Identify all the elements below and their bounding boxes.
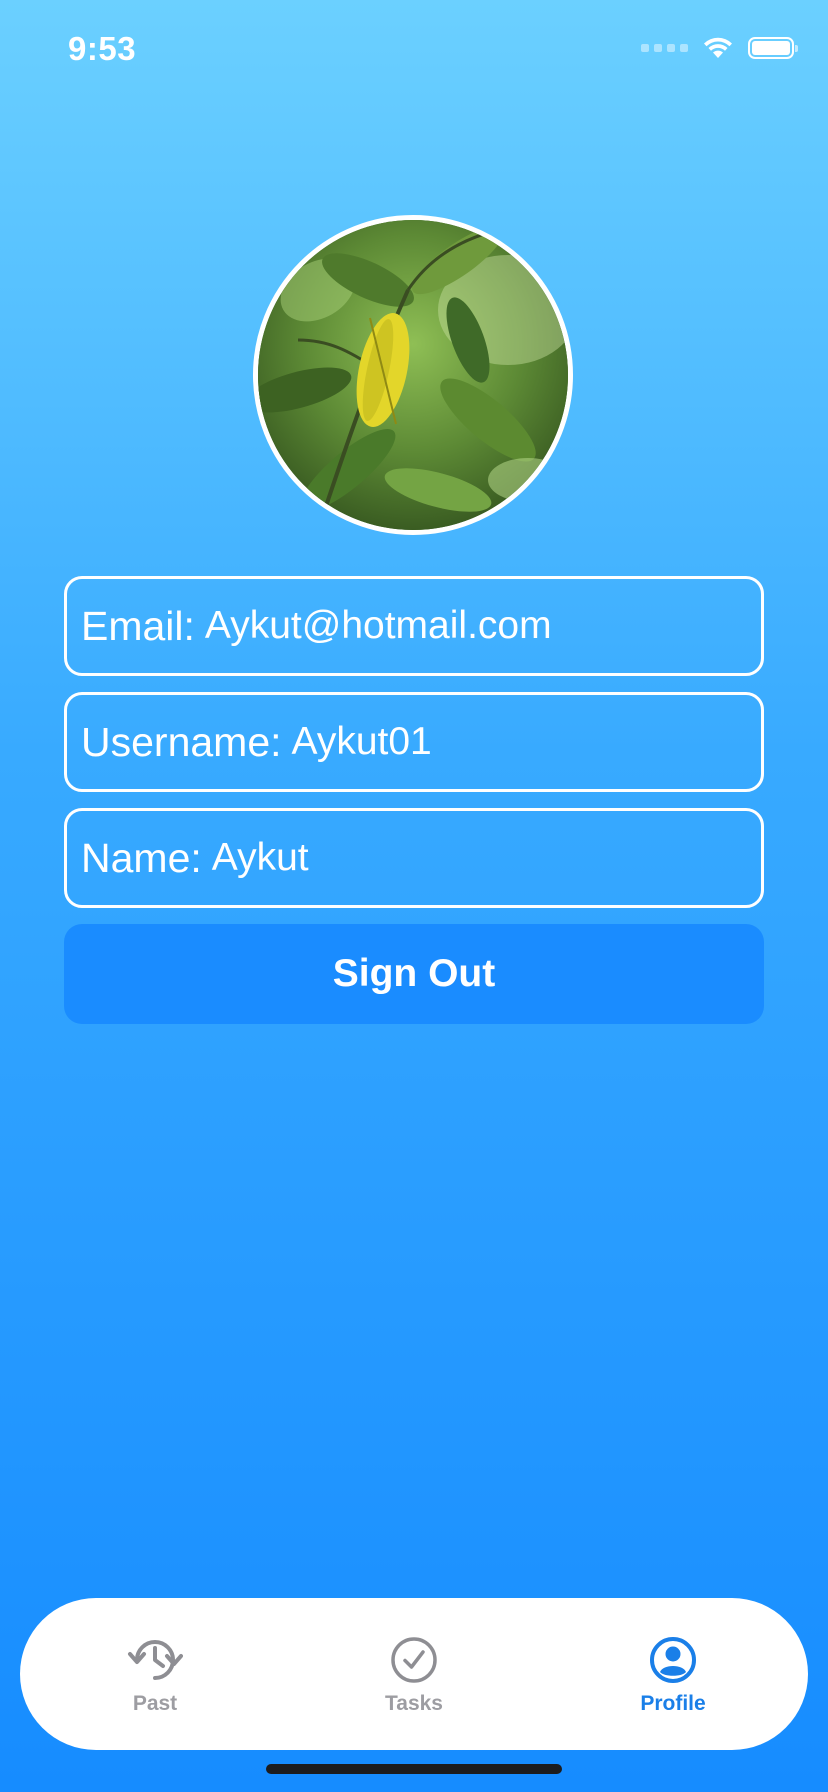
tab-past[interactable]: Past [80,1632,230,1716]
name-field[interactable]: Name: Aykut [64,808,764,908]
clock-history-icon [128,1640,183,1680]
tab-past-label: Past [132,1692,178,1715]
cellular-signal-icon [641,44,688,52]
home-indicator[interactable] [266,1764,562,1774]
tab-profile-label: Profile [640,1692,706,1715]
battery-icon [748,37,798,59]
email-field[interactable]: Email: Aykut@hotmail.com [64,576,764,676]
sign-out-button[interactable]: Sign Out [64,924,764,1024]
tab-profile[interactable]: Profile [598,1632,748,1716]
tab-tasks[interactable]: Tasks [339,1632,489,1716]
wifi-icon [704,37,732,58]
name-value: Aykut [211,836,309,879]
profile-photo[interactable] [253,215,573,535]
status-time: 9:53 [68,30,137,67]
leaf-photo [258,220,568,530]
checkmark-circle-icon [391,1637,437,1683]
tab-bar: Past Tasks Profile [20,1598,808,1750]
email-value: Aykut@hotmail.com [204,604,552,647]
name-label: Name: [81,834,202,881]
username-field[interactable]: Username: Aykut01 [64,692,764,792]
username-label: Username: [81,718,282,765]
tab-tasks-label: Tasks [385,1692,443,1715]
person-circle-icon [650,1637,696,1683]
email-label: Email: [81,602,195,649]
status-bar: 9:53 [0,0,828,100]
username-value: Aykut01 [291,720,432,763]
status-icons [641,36,798,60]
